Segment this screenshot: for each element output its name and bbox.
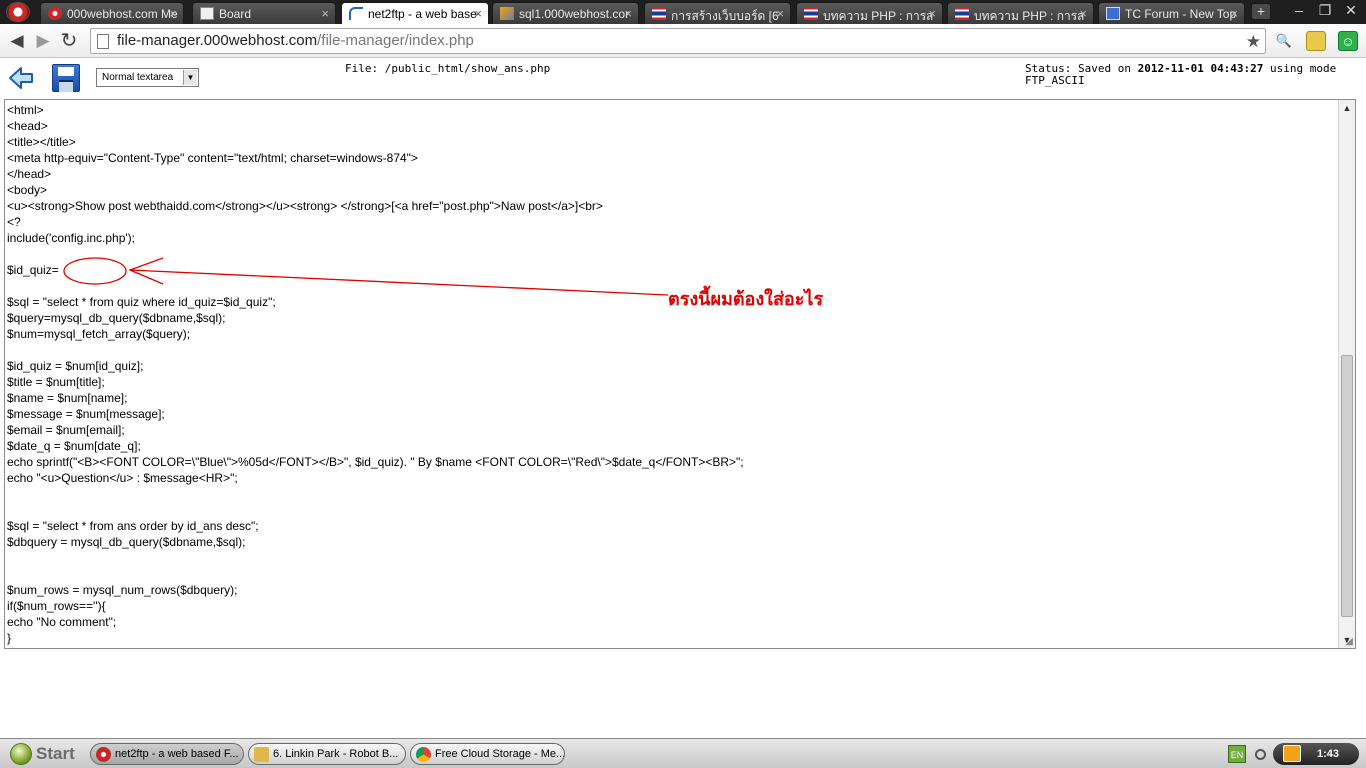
tab-close-icon[interactable]: ×	[776, 6, 784, 21]
language-indicator[interactable]: EN	[1228, 745, 1246, 763]
chevron-down-icon: ▼	[183, 70, 197, 85]
tab-label: 000webhost.com Me	[67, 7, 178, 21]
back-icon[interactable]	[8, 65, 34, 91]
start-button[interactable]: Start	[6, 741, 86, 767]
close-window-icon[interactable]: ✕	[1340, 2, 1362, 19]
url-host: file-manager.000webhost.com	[117, 32, 318, 49]
save-status: Status: Saved on 2012-11-01 04:43:27 usi…	[1025, 63, 1355, 87]
windows-taskbar: Start net2ftp - a web based F... 6. Link…	[0, 738, 1366, 768]
start-orb-icon	[10, 743, 32, 765]
taskbar-item-linkin-park[interactable]: 6. Linkin Park - Robot B...	[248, 743, 406, 765]
code-textarea[interactable]: <html> <head> <title></title> <meta http…	[4, 99, 1356, 649]
new-tab-button[interactable]: +	[1251, 3, 1271, 20]
file-path-label: File: /public_html/show_ans.php	[345, 62, 551, 75]
clock-time: 1:43	[1317, 748, 1340, 760]
status-datetime: 2012-11-01 04:43:27	[1137, 62, 1264, 75]
save-icon[interactable]	[52, 64, 80, 92]
tab-label: การสร้างเว็บบอร์ด [6	[671, 9, 779, 23]
bookmark-star-icon[interactable]: ★	[1246, 30, 1261, 54]
start-label: Start	[36, 744, 75, 763]
page-icon	[97, 34, 109, 49]
annotation-text: ตรงนี้ผมต้องใส่อะไร	[668, 289, 824, 310]
minimize-icon[interactable]: –	[1288, 2, 1310, 18]
tab-label: บทความ PHP : การส	[823, 9, 934, 23]
tab-label: Board	[219, 7, 252, 21]
restore-icon[interactable]: ❐	[1314, 2, 1336, 19]
editor-header: Normal textarea ▼ File: /public_html/sho…	[0, 59, 1366, 99]
tab-sql1[interactable]: sql1.000webhost.cor ×	[492, 2, 639, 24]
code-content[interactable]: <html> <head> <title></title> <meta http…	[7, 102, 1337, 646]
chrome-icon	[416, 747, 431, 762]
tab-webboard[interactable]: การสร้างเว็บบอร์ด [6 ×	[644, 2, 791, 24]
tab-000webhost[interactable]: 000webhost.com Me ×	[40, 2, 184, 24]
taskbar-item-cloud-storage[interactable]: Free Cloud Storage - Me...	[410, 743, 565, 765]
tab-close-icon[interactable]: ×	[321, 6, 329, 21]
tab-label: บทความ PHP : การส	[974, 9, 1085, 23]
search-extension-icon[interactable]: 🔍	[1274, 31, 1294, 51]
thai-flag-icon	[652, 7, 666, 20]
back-arrow-icon[interactable]: ◀	[6, 30, 28, 52]
tab-label: sql1.000webhost.cor	[519, 7, 630, 21]
tab-close-icon[interactable]: ×	[1079, 6, 1087, 21]
system-clock[interactable]: 1:43	[1273, 743, 1359, 765]
thai-flag-icon	[955, 7, 969, 20]
browser-tab-strip: 000webhost.com Me × Board × net2ftp - a …	[0, 0, 1366, 25]
forward-arrow-icon[interactable]: ▶	[32, 30, 54, 52]
scroll-up-icon[interactable]: ▲	[1339, 100, 1355, 116]
tab-close-icon[interactable]: ×	[474, 6, 482, 21]
vertical-scrollbar[interactable]: ▲ ▼	[1338, 100, 1355, 648]
phpmyadmin-icon	[500, 7, 514, 20]
tray-status-icon[interactable]	[1255, 749, 1266, 760]
scrollbar-thumb[interactable]	[1341, 355, 1353, 617]
media-player-icon	[254, 747, 269, 762]
url-path: /file-manager/index.php	[317, 32, 474, 49]
extension-face-icon[interactable]: ☺	[1338, 31, 1358, 51]
calendar-icon	[1283, 745, 1301, 762]
mode-select-value: Normal textarea	[102, 72, 174, 83]
tab-board[interactable]: Board ×	[192, 2, 336, 24]
resize-grip-icon[interactable]: ◢	[1345, 636, 1353, 647]
tab-php-article-1[interactable]: บทความ PHP : การส ×	[796, 2, 943, 24]
tab-close-icon[interactable]: ×	[928, 6, 936, 21]
tab-tc-forum[interactable]: TC Forum - New Top ×	[1098, 2, 1245, 24]
tab-close-icon[interactable]: ×	[1230, 6, 1238, 21]
reload-icon[interactable]: ↻	[58, 30, 80, 52]
tab-close-icon[interactable]: ×	[169, 6, 177, 21]
taskbar-item-label: Free Cloud Storage - Me...	[435, 748, 565, 760]
net2ftp-icon	[349, 7, 363, 20]
thai-flag-icon	[804, 7, 818, 20]
textarea-mode-select[interactable]: Normal textarea ▼	[96, 68, 199, 87]
forum-icon	[1106, 7, 1120, 20]
taskbar-item-label: net2ftp - a web based F...	[115, 748, 239, 760]
tab-close-icon[interactable]: ×	[624, 6, 632, 21]
taskbar-item-label: 6. Linkin Park - Robot B...	[273, 748, 399, 760]
taskbar-item-net2ftp[interactable]: net2ftp - a web based F...	[90, 743, 244, 765]
extension-box-icon[interactable]	[1306, 31, 1326, 51]
browser-toolbar: ◀ ▶ ↻ file-manager.000webhost.com/file-m…	[0, 24, 1366, 58]
address-bar[interactable]: file-manager.000webhost.com/file-manager…	[90, 28, 1266, 54]
tab-label: net2ftp - a web base	[368, 7, 477, 21]
chrome-icon	[96, 747, 111, 762]
document-icon	[200, 7, 214, 20]
tab-net2ftp[interactable]: net2ftp - a web base ×	[341, 2, 489, 25]
tab-php-article-2[interactable]: บทความ PHP : การส ×	[947, 2, 1094, 24]
chrome-logo-icon[interactable]	[6, 2, 30, 22]
red-circle-icon	[48, 7, 62, 20]
tab-label: TC Forum - New Top	[1125, 7, 1237, 21]
